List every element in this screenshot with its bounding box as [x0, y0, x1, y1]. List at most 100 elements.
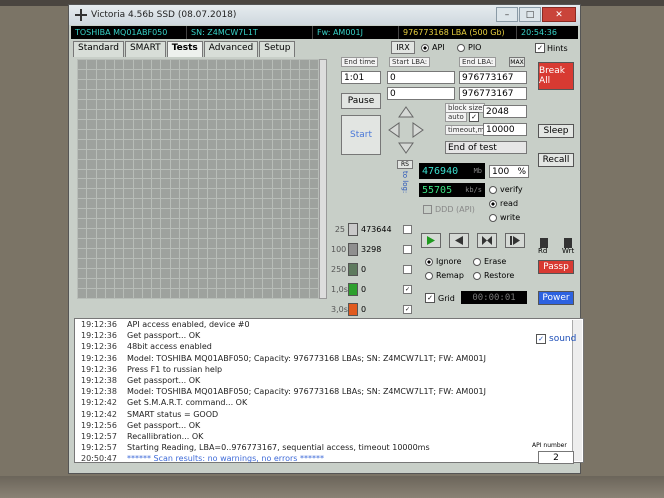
scan-block — [226, 289, 235, 298]
break-all-button[interactable]: Break All — [538, 62, 574, 90]
scan-block — [105, 259, 115, 269]
scan-block — [133, 259, 142, 269]
scan-block — [235, 279, 244, 289]
tab-tests[interactable]: Tests — [166, 41, 203, 57]
scan-block — [244, 259, 254, 269]
legend-row-label: 250 — [331, 265, 347, 274]
log-line: 19:12:57 Starting Reading, LBA=0..9767731… — [75, 442, 583, 453]
play-icon[interactable] — [421, 233, 441, 248]
scan-block — [198, 99, 207, 109]
power-button[interactable]: Power — [538, 291, 574, 305]
legend-row-count: 0 — [361, 305, 367, 314]
verify-radio[interactable]: verify — [489, 185, 523, 194]
remap-radio[interactable]: Remap — [425, 271, 464, 280]
scan-block — [179, 179, 189, 189]
end-icon[interactable] — [505, 233, 525, 248]
legend-swatch — [348, 243, 358, 256]
scan-block — [152, 109, 161, 119]
max-button[interactable]: MAX — [509, 57, 525, 67]
dpad-left-icon[interactable] — [388, 122, 400, 138]
legend-log-checkbox[interactable] — [403, 225, 412, 234]
scan-block — [281, 129, 291, 139]
dpad-right-icon[interactable] — [412, 122, 424, 138]
scan-block — [170, 159, 179, 169]
legend-log-checkbox[interactable] — [403, 265, 412, 274]
scan-block — [217, 259, 226, 269]
scan-block — [161, 60, 170, 69]
minimize-button[interactable]: – — [496, 7, 518, 22]
scan-block — [170, 279, 179, 289]
scan-block — [291, 219, 300, 229]
grid-scrollbar[interactable] — [319, 59, 327, 299]
scan-block — [170, 239, 179, 249]
rs-button[interactable]: RS — [397, 160, 413, 169]
scan-block — [115, 279, 124, 289]
scan-block — [142, 159, 152, 169]
scan-block — [300, 99, 309, 109]
pio-radio[interactable]: PIO — [457, 43, 481, 52]
tab-advanced[interactable]: Advanced — [203, 41, 259, 57]
back-icon[interactable] — [449, 233, 469, 248]
write-radio[interactable]: write — [489, 213, 520, 222]
scan-block — [300, 89, 309, 99]
sound-checkbox[interactable]: ✓ sound — [536, 334, 576, 344]
restore-radio[interactable]: Restore — [473, 271, 514, 280]
scan-block — [226, 199, 235, 209]
maximize-button[interactable]: □ — [519, 7, 541, 22]
block-size-select[interactable]: 2048 — [483, 105, 527, 118]
grid-checkbox[interactable]: ✓ Grid — [425, 293, 455, 303]
scan-block — [161, 249, 170, 259]
scan-block — [152, 119, 161, 129]
api-number-field[interactable]: 2 — [538, 451, 574, 464]
legend-log-checkbox[interactable] — [403, 245, 412, 254]
scan-block — [198, 239, 207, 249]
end-lba-field[interactable]: 976773167 — [459, 71, 527, 84]
tab-setup[interactable]: Setup — [259, 41, 296, 57]
scan-block — [115, 129, 124, 139]
scan-block — [179, 139, 189, 149]
read-radio[interactable]: read — [489, 199, 518, 208]
dpad-down-icon[interactable] — [398, 142, 414, 154]
legend-log-checkbox[interactable]: ✓ — [403, 305, 412, 314]
scan-block — [133, 209, 142, 219]
legend-row: 250 0 — [331, 263, 412, 276]
sleep-button[interactable]: Sleep — [538, 124, 574, 138]
end-action-select[interactable]: End of test — [445, 141, 527, 154]
erase-radio[interactable]: Erase — [473, 257, 506, 266]
start-lba-field[interactable]: 0 — [387, 71, 455, 84]
tab-smart[interactable]: SMART — [124, 41, 166, 57]
scan-block — [133, 249, 142, 259]
scan-block — [272, 289, 281, 298]
dpad-up-icon[interactable] — [398, 106, 414, 118]
scan-block — [300, 179, 309, 189]
recall-button[interactable]: Recall — [538, 153, 574, 167]
api-radio[interactable]: API — [421, 43, 445, 52]
timeout-select[interactable]: 10000 — [483, 123, 527, 136]
scan-block — [179, 169, 189, 179]
scan-block — [161, 229, 170, 239]
event-log: 19:12:36 API access enabled, device #0 19:… — [74, 318, 584, 463]
close-button[interactable]: ✕ — [542, 7, 576, 22]
ddd-checkbox[interactable]: DDD (API) — [423, 205, 475, 214]
scan-block — [105, 129, 115, 139]
irx-button[interactable]: IRX — [391, 41, 415, 54]
scan-block — [207, 69, 217, 79]
direction-pad[interactable] — [387, 105, 425, 155]
log-time: 19:12:57 — [81, 443, 117, 453]
ignore-radio[interactable]: Ignore — [425, 257, 461, 266]
legend-log-checkbox[interactable]: ✓ — [403, 285, 412, 294]
start-button[interactable]: Start — [341, 115, 381, 155]
scan-block — [254, 129, 263, 139]
scan-block — [170, 119, 179, 129]
skip-icon[interactable] — [477, 233, 497, 248]
end-time-field[interactable]: 1:01 — [341, 71, 381, 84]
hints-checkbox[interactable]: ✓ Hints — [535, 43, 568, 53]
scan-block — [189, 229, 198, 239]
tab-standard[interactable]: Standard — [73, 41, 124, 57]
pause-button[interactable]: Pause — [341, 93, 381, 109]
scan-block — [235, 129, 244, 139]
legend-row: 3,0s 0 ✓ — [331, 303, 412, 316]
scan-block — [300, 269, 309, 279]
passp-button[interactable]: Passp — [538, 260, 574, 274]
auto-checkbox[interactable]: ✓ — [469, 112, 479, 122]
